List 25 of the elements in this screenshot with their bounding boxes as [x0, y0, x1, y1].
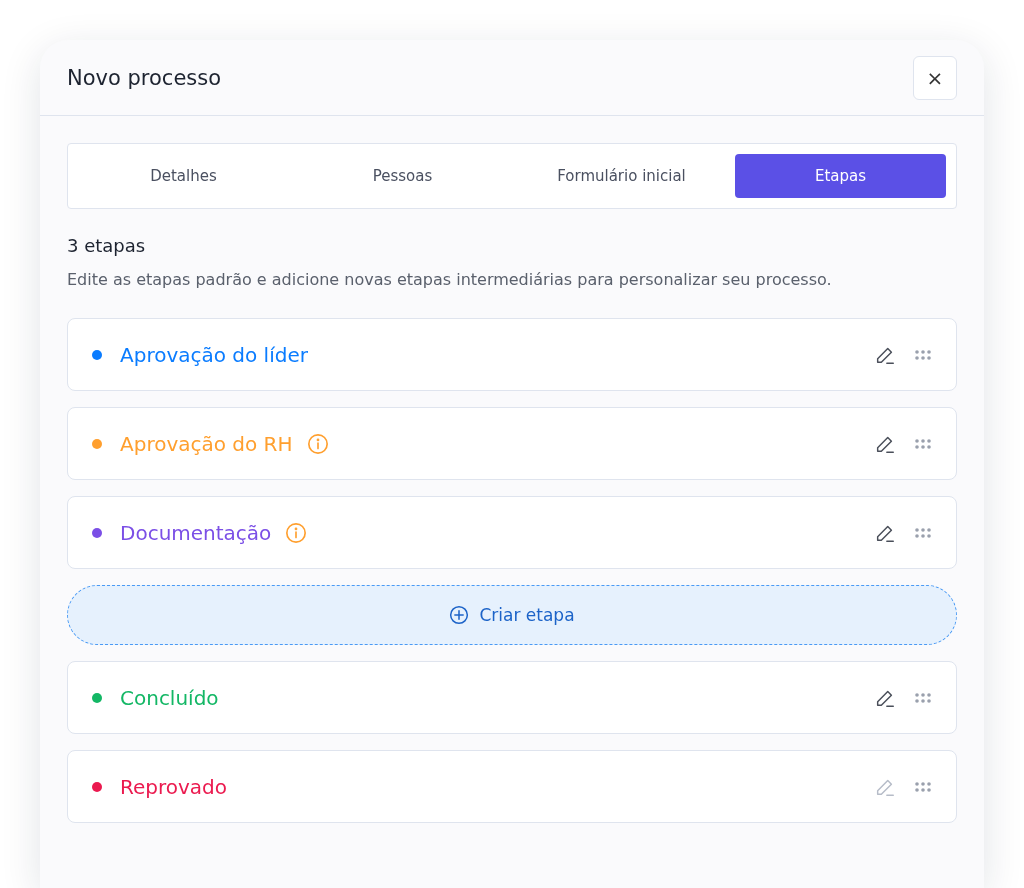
stage-name: Concluído — [120, 685, 219, 710]
drag-handle[interactable] — [914, 526, 932, 539]
stage-name: Documentação — [120, 520, 272, 545]
create-stage-button[interactable]: Criar etapa — [67, 585, 957, 645]
tab[interactable]: Formulário inicial — [516, 154, 727, 198]
drag-handle-icon — [914, 437, 932, 450]
section-heading: 3 etapas — [67, 235, 147, 256]
section-description: Edite as etapas padrão e adicione novas etapas intermediárias para personalizar seu processo. — [67, 269, 833, 291]
tab[interactable]: Detalhes — [78, 154, 289, 198]
drag-handle[interactable] — [914, 437, 932, 450]
drag-handle[interactable] — [914, 780, 932, 793]
stage-name: Aprovação do líder — [120, 342, 308, 367]
drag-handle[interactable] — [914, 348, 932, 361]
drag-handle[interactable] — [914, 691, 932, 704]
stage-name: Aprovação do RH — [120, 431, 293, 456]
drag-handle-icon — [914, 691, 932, 704]
drag-handle-icon — [914, 348, 932, 361]
drag-handle-icon — [914, 780, 932, 793]
close-button[interactable]: × — [913, 55, 957, 100]
tab[interactable]: Pessoas — [297, 154, 508, 198]
tab[interactable]: Etapas — [735, 154, 946, 198]
stage-name: Reprovado — [120, 774, 228, 799]
dialog-title: Novo processo — [67, 65, 222, 90]
plus-circle-icon — [449, 605, 470, 625]
drag-handle-icon — [914, 526, 932, 539]
